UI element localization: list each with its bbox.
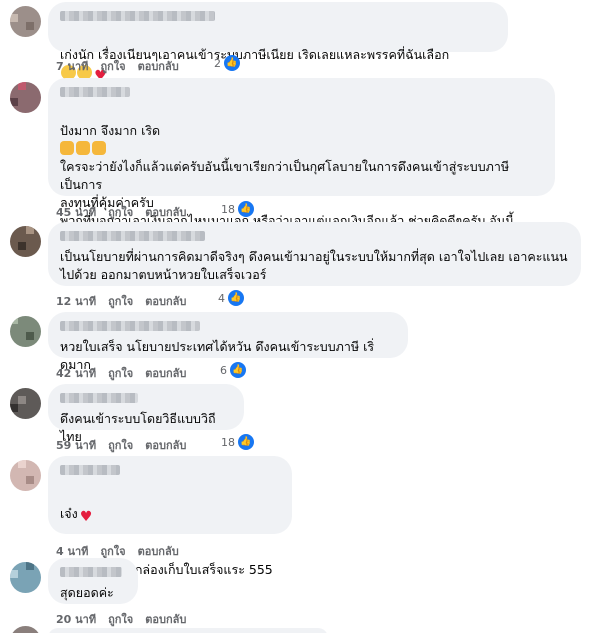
author-name[interactable]: [60, 465, 120, 475]
reaction-number: 18: [221, 202, 235, 216]
heart-emoji-icon: ♥: [79, 509, 93, 525]
reaction-count[interactable]: 2 👍: [214, 55, 240, 71]
comment-meta: 12 นาที ถูกใจ ตอบกลับ: [56, 292, 186, 310]
like-icon: 👍: [238, 434, 254, 450]
author-name[interactable]: [60, 87, 130, 97]
author-name[interactable]: [60, 321, 200, 331]
reaction-number: 6: [220, 363, 227, 377]
comment-text: สุดยอดค่ะ: [60, 585, 114, 600]
comment-bubble: หวยใบเสร็จ นโยบายประเทศได้หวัน ดึงคนเข้า…: [48, 312, 408, 372]
reaction-number: 2: [214, 56, 221, 70]
comment-first-line: ปังมาก จึงมาก เริด: [60, 123, 161, 138]
comment-text: เป็นนโยบายที่ผ่านการคิดมาดีจริงๆ ดึงคนเข…: [60, 249, 568, 282]
avatar[interactable]: [10, 82, 41, 113]
reaction-count[interactable]: 18 👍: [221, 434, 254, 450]
comment-bubble: เจ๋ง ♥ คงต้องเตรียม กล่องเก็บใบเสร็จแระ 5…: [48, 456, 292, 595]
reaction-count[interactable]: 18 👍: [221, 201, 254, 217]
reaction-count[interactable]: 4 👍: [218, 290, 244, 306]
reply-link[interactable]: ตอบกลับ: [138, 542, 179, 560]
author-name[interactable]: [60, 393, 138, 403]
comment-bubble: เก่งนัก เรื่องเนียนๆเอาคนเข้าระบบภาษีเนี…: [48, 2, 508, 84]
comment-bubble: เป็นนโยบายที่ผ่านการคิดมาดีจริงๆ ดึงคนเข…: [48, 222, 581, 286]
next-comment-bubble: [48, 628, 328, 633]
reply-link[interactable]: ตอบกลับ: [145, 436, 186, 454]
like-link[interactable]: ถูกใจ: [108, 203, 133, 221]
comment-bubble: ดึงคนเข้าระบบโดยวิธีแบบวิถีไทย: [48, 384, 244, 444]
comment-time[interactable]: 42 นาที: [56, 364, 96, 382]
author-name[interactable]: [60, 567, 122, 577]
comment-time[interactable]: 12 นาที: [56, 292, 96, 310]
like-link[interactable]: ถูกใจ: [108, 364, 133, 382]
comment-time[interactable]: 20 นาที: [56, 610, 96, 628]
comment-time[interactable]: 45 นาที: [56, 203, 96, 221]
avatar[interactable]: [10, 460, 41, 491]
reply-link[interactable]: ตอบกลับ: [145, 610, 186, 628]
reaction-number: 4: [218, 291, 225, 305]
next-comment-avatar[interactable]: [10, 626, 41, 633]
like-icon: 👍: [238, 201, 254, 217]
like-link[interactable]: ถูกใจ: [108, 292, 133, 310]
reply-link[interactable]: ตอบกลับ: [145, 292, 186, 310]
avatar[interactable]: [10, 316, 41, 347]
comment-meta: 7 นาที ถูกใจ ตอบกลับ: [56, 57, 179, 75]
avatar[interactable]: [10, 6, 41, 37]
reply-link[interactable]: ตอบกลับ: [145, 203, 186, 221]
like-link[interactable]: ถูกใจ: [108, 610, 133, 628]
comment-meta: 59 นาที ถูกใจ ตอบกลับ: [56, 436, 186, 454]
author-name[interactable]: [60, 231, 205, 241]
comment-meta: 45 นาที ถูกใจ ตอบกลับ: [56, 203, 186, 221]
avatar[interactable]: [10, 562, 41, 593]
comment-meta: 20 นาที ถูกใจ ตอบกลับ: [56, 610, 186, 628]
comment-bubble: สุดยอดค่ะ: [48, 558, 138, 604]
comment-first-line: เจ๋ง: [60, 506, 78, 521]
comment-time[interactable]: 59 นาที: [56, 436, 96, 454]
like-icon: 👍: [230, 362, 246, 378]
like-icon: 👍: [228, 290, 244, 306]
clap-emoji-icon: [92, 141, 106, 155]
avatar[interactable]: [10, 226, 41, 257]
comment-time[interactable]: 7 นาที: [56, 57, 88, 75]
like-link[interactable]: ถูกใจ: [108, 436, 133, 454]
like-icon: 👍: [224, 55, 240, 71]
reply-link[interactable]: ตอบกลับ: [138, 57, 179, 75]
reply-link[interactable]: ตอบกลับ: [145, 364, 186, 382]
comment-bubble: ปังมาก จึงมาก เริด ใครจะว่ายังไงก็แล้วแต…: [48, 78, 555, 264]
clap-emoji-icon: [60, 141, 74, 155]
reaction-number: 18: [221, 435, 235, 449]
reaction-count[interactable]: 6 👍: [220, 362, 246, 378]
avatar[interactable]: [10, 388, 41, 419]
like-link[interactable]: ถูกใจ: [100, 57, 125, 75]
clap-emoji-icon: [76, 141, 90, 155]
comment-meta: 42 นาที ถูกใจ ตอบกลับ: [56, 364, 186, 382]
author-name[interactable]: [60, 11, 215, 21]
